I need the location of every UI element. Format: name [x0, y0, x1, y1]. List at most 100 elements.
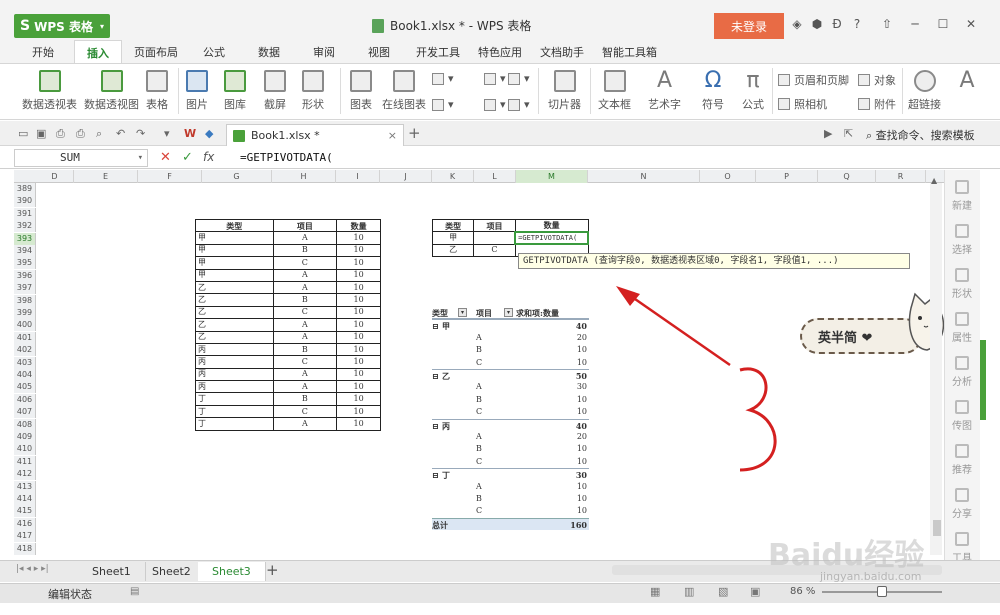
- object-button[interactable]: 对象: [858, 72, 896, 88]
- cell[interactable]: 10: [336, 342, 381, 357]
- confirm-icon[interactable]: ✓: [182, 150, 193, 165]
- row-header[interactable]: 411: [14, 455, 36, 468]
- panel-new[interactable]: 新建: [946, 180, 978, 212]
- cell[interactable]: A: [272, 231, 338, 245]
- cell[interactable]: B: [272, 243, 338, 258]
- minimize-icon[interactable]: ─: [908, 17, 922, 31]
- page-view-icon[interactable]: ▥: [684, 585, 694, 598]
- cell[interactable]: 10: [336, 330, 381, 344]
- cell[interactable]: 10: [336, 280, 381, 295]
- cell[interactable]: A: [272, 268, 338, 282]
- image-button[interactable]: 图片: [186, 70, 208, 112]
- cell[interactable]: 甲: [431, 231, 475, 245]
- collapse-icon[interactable]: ⊟: [432, 469, 439, 481]
- sheet-tab-2[interactable]: Sheet2: [138, 562, 206, 581]
- header-footer-button[interactable]: 页眉和页脚: [778, 72, 849, 88]
- cell[interactable]: 10: [336, 417, 381, 431]
- active-cell-editing[interactable]: =GETPIVOTDATA(: [514, 230, 589, 246]
- zoom-level[interactable]: 86 %: [790, 586, 815, 597]
- redo-icon[interactable]: ↷: [136, 127, 145, 140]
- cell[interactable]: 甲: [195, 231, 274, 245]
- cell[interactable]: C: [272, 256, 338, 270]
- row-header[interactable]: 391: [14, 207, 36, 220]
- pivot-item-row[interactable]: C 10: [432, 406, 589, 418]
- column-header[interactable]: E: [74, 170, 138, 183]
- tab-formula[interactable]: 公式: [203, 44, 225, 60]
- cell[interactable]: 10: [336, 293, 381, 307]
- row-header[interactable]: 400: [14, 319, 36, 332]
- open-folder-icon[interactable]: ▭: [18, 127, 28, 140]
- scatter-chart-dropdown[interactable]: ▾: [508, 72, 530, 85]
- design-icon[interactable]: Ð: [830, 17, 844, 31]
- row-header[interactable]: 405: [14, 381, 36, 394]
- header-item[interactable]: 项目: [272, 218, 338, 233]
- cancel-icon[interactable]: ✕: [160, 150, 171, 165]
- share-icon[interactable]: ⇱: [844, 127, 853, 140]
- table-button[interactable]: 表格: [146, 70, 168, 112]
- app-menu-button[interactable]: S WPS 表格 ▾: [14, 14, 110, 38]
- cell[interactable]: A: [272, 318, 338, 332]
- close-icon[interactable]: ✕: [964, 17, 978, 31]
- pivot-item-row[interactable]: A 10: [432, 481, 589, 493]
- panel-share[interactable]: 分享: [946, 488, 978, 520]
- add-sheet-icon[interactable]: +: [266, 561, 279, 579]
- pivot-item-row[interactable]: B 10: [432, 493, 589, 505]
- pivot-item-row[interactable]: C 10: [432, 505, 589, 517]
- cell[interactable]: 10: [336, 268, 381, 282]
- export-icon[interactable]: ⎙: [56, 127, 65, 141]
- cell[interactable]: A: [272, 417, 338, 431]
- insert-function-icon[interactable]: fx: [203, 150, 214, 164]
- pivot-group-row[interactable]: ⊟ 甲 40: [432, 319, 589, 331]
- row-header[interactable]: 394: [14, 245, 36, 257]
- maximize-icon[interactable]: ☐: [936, 17, 950, 31]
- restore-up-icon[interactable]: ⇧: [880, 17, 894, 31]
- settings-icon[interactable]: ⬢: [810, 17, 824, 31]
- column-header[interactable]: H: [272, 170, 336, 183]
- column-header[interactable]: F: [138, 170, 202, 183]
- cell[interactable]: 乙: [195, 330, 274, 344]
- row-header[interactable]: 418: [14, 542, 36, 555]
- cell[interactable]: 丙: [195, 342, 274, 357]
- reading-view-icon[interactable]: ▣: [750, 585, 760, 598]
- name-box[interactable]: SUM: [14, 149, 148, 167]
- cell[interactable]: 10: [336, 380, 381, 394]
- cell[interactable]: A: [272, 380, 338, 394]
- cell[interactable]: B: [272, 293, 338, 307]
- cell[interactable]: C: [473, 243, 516, 258]
- wordart-button[interactable]: A 艺术字: [648, 70, 681, 112]
- panel-analysis[interactable]: 分析: [946, 356, 978, 388]
- column-header[interactable]: D: [36, 170, 74, 183]
- customize-dropdown-icon[interactable]: ▾: [164, 127, 170, 140]
- sheet-nav-icons[interactable]: |◂ ◂ ▸ ▸|: [16, 564, 49, 574]
- tab-data[interactable]: 数据: [258, 44, 280, 60]
- zoom-slider-handle[interactable]: [877, 586, 887, 597]
- filter-dropdown-icon[interactable]: ▾: [458, 308, 467, 317]
- row-header[interactable]: 390: [14, 195, 36, 208]
- cell[interactable]: 10: [336, 392, 381, 406]
- pivot-item-row[interactable]: A 20: [432, 431, 589, 443]
- cell[interactable]: 丁: [195, 417, 274, 431]
- tab-page-layout[interactable]: 页面布局: [134, 44, 178, 60]
- header-qty[interactable]: 数量: [336, 218, 381, 233]
- panel-recommend[interactable]: 推荐: [946, 444, 978, 476]
- cell[interactable]: A: [272, 280, 338, 295]
- preview-icon[interactable]: ⌕: [96, 127, 102, 141]
- row-header[interactable]: 413: [14, 480, 36, 493]
- pivot-item-row[interactable]: C 10: [432, 357, 589, 369]
- scrollbar-thumb[interactable]: [933, 520, 941, 536]
- cell[interactable]: 10: [336, 367, 381, 382]
- attachment-button[interactable]: 附件: [858, 96, 896, 112]
- row-header[interactable]: 416: [14, 517, 36, 530]
- cell[interactable]: 10: [336, 305, 381, 320]
- row-header[interactable]: 396: [14, 269, 36, 282]
- pivot-chart-button[interactable]: 数据透视图: [84, 70, 139, 112]
- cell[interactable]: 乙: [195, 280, 274, 295]
- row-header[interactable]: 407: [14, 406, 36, 419]
- column-header[interactable]: G: [202, 170, 272, 183]
- hyperlink-button[interactable]: 超链接: [908, 70, 941, 112]
- pivot-item-row[interactable]: A 20: [432, 332, 589, 344]
- cell[interactable]: 10: [336, 355, 381, 369]
- cell[interactable]: 10: [336, 404, 381, 419]
- cell[interactable]: 丙: [195, 355, 274, 369]
- cell[interactable]: 丙: [195, 380, 274, 394]
